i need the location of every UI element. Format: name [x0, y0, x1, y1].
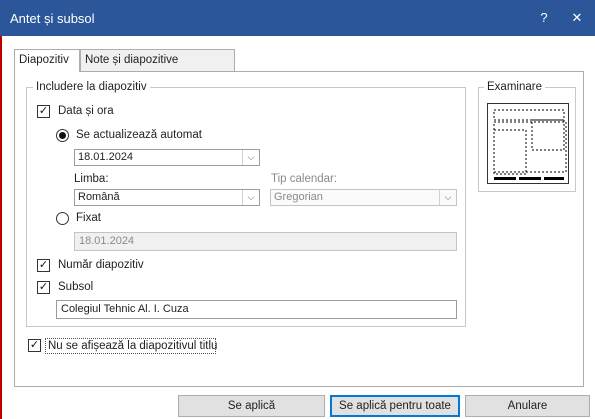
footer-text-input[interactable]: Colegiul Tehnic Al. I. Cuza [56, 300, 457, 319]
title-bar: Antet și subsol ? ✕ [0, 0, 595, 36]
auto-update-label: Se actualizează automat [76, 129, 202, 141]
calendar-type-value: Gregorian [274, 191, 323, 203]
footer-checkbox[interactable]: ✓ [37, 281, 50, 294]
apply-button[interactable]: Se aplică [178, 395, 325, 417]
slide-preview-thumbnail [487, 103, 569, 184]
help-button[interactable]: ? [534, 8, 554, 28]
cancel-button[interactable]: Anulare [465, 395, 590, 417]
slide-number-checkbox[interactable]: ✓ [37, 259, 50, 272]
window-edge [0, 36, 2, 419]
date-time-label: Data și ora [58, 105, 114, 117]
language-label: Limba: [74, 173, 109, 185]
include-group-legend: Includere la diapozitiv [33, 81, 150, 93]
footer-label: Subsol [58, 281, 94, 293]
dialog-title: Antet și subsol [10, 11, 95, 26]
date-time-checkbox[interactable]: ✓ [37, 105, 50, 118]
apply-all-button[interactable]: Se aplică pentru toate [330, 395, 460, 417]
radio-selected-dot [59, 132, 66, 139]
dont-show-title-label: Nu se afișează la diapozitivul titlu [48, 340, 218, 352]
auto-update-radio[interactable] [56, 129, 69, 142]
language-select[interactable]: Română ⌵ [74, 189, 260, 206]
chevron-down-icon: ⌵ [242, 190, 259, 205]
language-value: Română [78, 191, 120, 203]
dont-show-title-checkbox[interactable]: ✓ [28, 339, 41, 352]
calendar-type-label: Tip calendar: [271, 173, 338, 185]
close-button[interactable]: ✕ [566, 8, 588, 28]
chevron-down-icon: ⌵ [439, 190, 456, 205]
fixed-label: Fixat [76, 212, 101, 224]
tab-slide[interactable]: Diapozitiv [14, 49, 80, 72]
calendar-type-select[interactable]: Gregorian ⌵ [270, 189, 457, 206]
date-format-select[interactable]: 18.01.2024 ⌵ [74, 149, 260, 166]
preview-legend: Examinare [484, 81, 545, 93]
fixed-radio[interactable] [56, 212, 69, 225]
date-format-value: 18.01.2024 [78, 151, 134, 163]
fixed-date-input[interactable]: 18.01.2024 [74, 232, 457, 251]
layout-preview-icon [493, 109, 567, 180]
slide-number-label: Număr diapozitiv [58, 259, 144, 271]
chevron-down-icon: ⌵ [242, 150, 259, 165]
tab-notes-handouts[interactable]: Note și diapozitive imprimate [80, 49, 235, 86]
